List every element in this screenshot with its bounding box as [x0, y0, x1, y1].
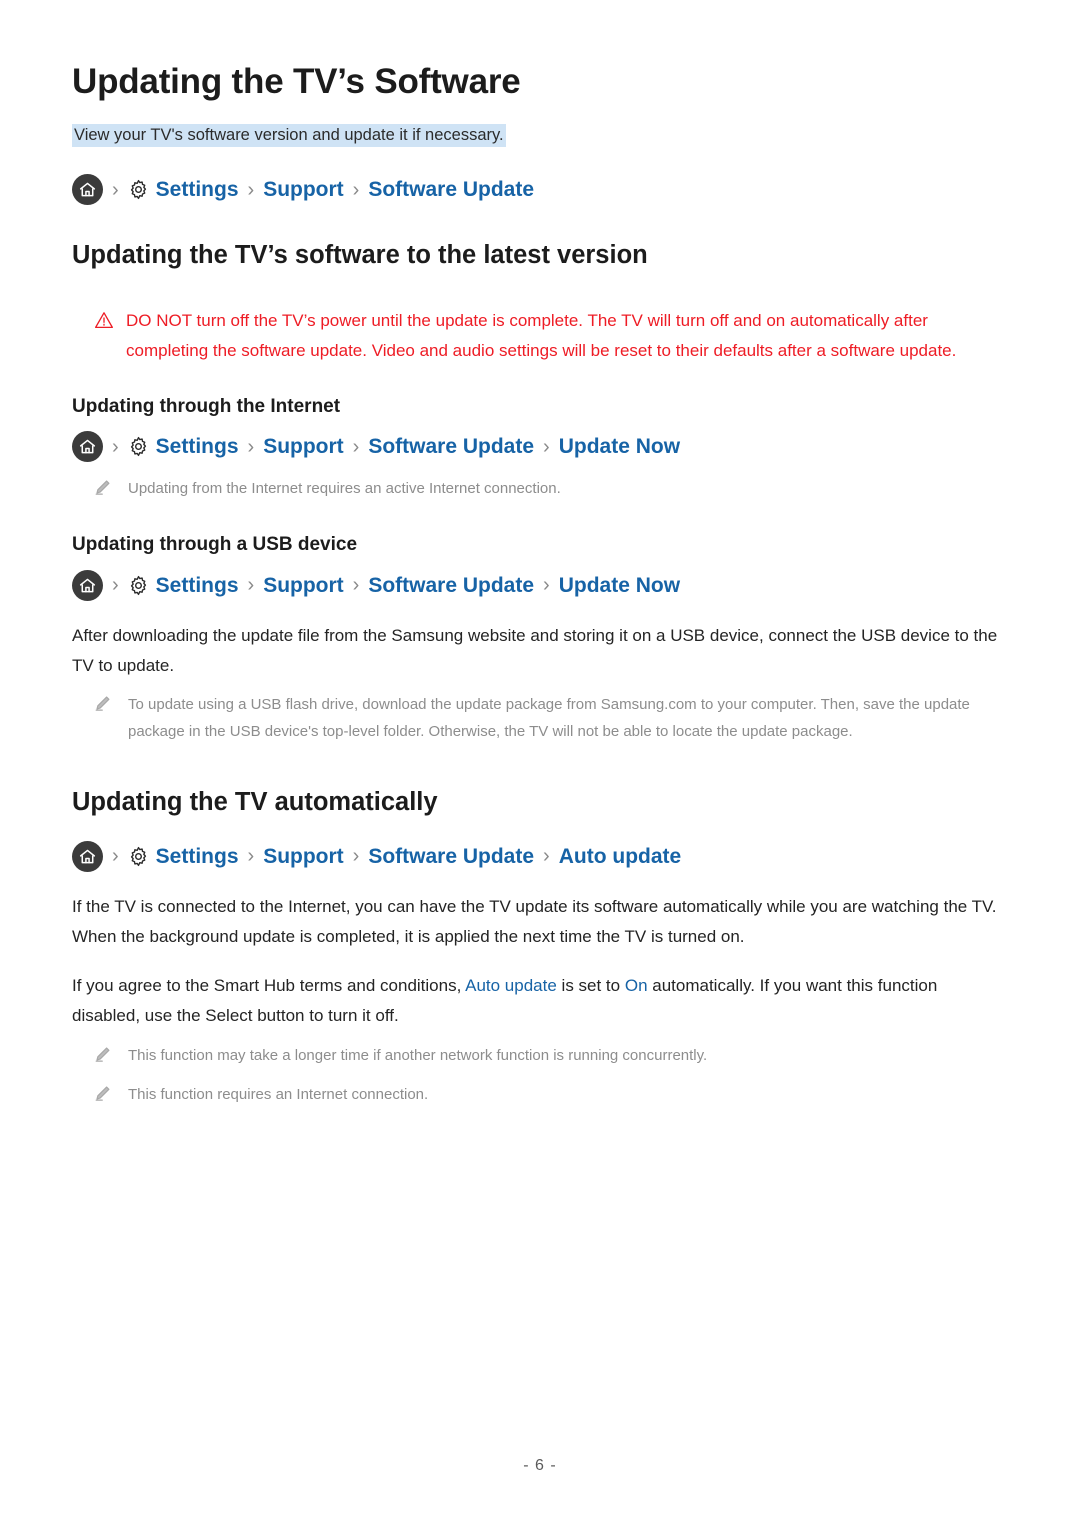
paragraph-auto-update-terms: If you agree to the Smart Hub terms and …	[72, 971, 1008, 1031]
note-text: Updating from the Internet requires an a…	[128, 480, 561, 498]
breadcrumb-item-settings[interactable]: Settings	[156, 844, 239, 869]
breadcrumb-item-settings[interactable]: Settings	[156, 573, 239, 598]
note-text: This function may take a longer time if …	[128, 1046, 708, 1064]
home-icon[interactable]	[72, 174, 103, 206]
breadcrumb-separator-icon: ›	[112, 574, 119, 597]
pencil-icon	[94, 1085, 114, 1102]
note-requires-internet: This function requires an Internet conne…	[72, 1082, 1008, 1109]
breadcrumb-separator-icon: ›	[543, 574, 550, 597]
inline-link-on[interactable]: On	[625, 976, 648, 995]
home-icon[interactable]	[72, 840, 103, 872]
page-footer: - 6 -	[0, 1457, 1080, 1475]
paragraph-text-segment: is set to	[556, 976, 625, 996]
pencil-icon	[94, 479, 114, 496]
inline-link-auto-update[interactable]: Auto update	[465, 976, 557, 995]
breadcrumb-item-update-now[interactable]: Update Now	[559, 434, 680, 459]
gear-icon	[128, 575, 149, 596]
warning-callout: DO NOT turn off the TV’s power until the…	[72, 306, 1008, 364]
breadcrumb-item-support[interactable]: Support	[263, 573, 343, 598]
breadcrumb-item-support[interactable]: Support	[263, 177, 343, 202]
warning-triangle-icon	[94, 311, 116, 329]
breadcrumb-auto-update: › Settings › Support › Software Update ›…	[72, 840, 1008, 872]
breadcrumb-separator-icon: ›	[247, 178, 255, 201]
home-icon[interactable]	[72, 431, 103, 463]
section-heading-internet: Updating through the Internet	[72, 395, 341, 417]
breadcrumb-item-update-now[interactable]: Update Now	[559, 573, 680, 598]
note-network-concurrency: This function may take a longer time if …	[72, 1043, 1008, 1070]
breadcrumb-separator-icon: ›	[112, 435, 119, 458]
section-heading-latest-version: Updating the TV’s software to the latest…	[72, 241, 648, 270]
breadcrumb-separator-icon: ›	[247, 574, 255, 597]
breadcrumb-item-settings[interactable]: Settings	[156, 177, 239, 202]
gear-icon	[128, 179, 149, 200]
breadcrumb-separator-icon: ›	[112, 178, 119, 201]
intro-highlight-text: View your TV's software version and upda…	[72, 123, 506, 147]
note-text: To update using a USB flash drive, downl…	[128, 696, 970, 740]
pencil-icon	[94, 695, 114, 712]
paragraph-usb-instructions: After downloading the update file from t…	[72, 625, 998, 675]
breadcrumb-separator-icon: ›	[352, 574, 360, 597]
paragraph-auto-update-info: If the TV is connected to the Internet, …	[72, 896, 997, 946]
breadcrumb-separator-icon: ›	[352, 178, 360, 201]
breadcrumb-internet: › Settings › Support › Software Update ›…	[72, 431, 1008, 463]
breadcrumb-separator-icon: ›	[247, 845, 255, 868]
breadcrumb-item-software-update[interactable]: Software Update	[368, 844, 534, 869]
breadcrumb-item-software-update[interactable]: Software Update	[368, 573, 534, 598]
breadcrumb-separator-icon: ›	[112, 845, 119, 868]
note-usb-package: To update using a USB flash drive, downl…	[72, 692, 1008, 745]
breadcrumb-separator-icon: ›	[352, 845, 360, 868]
breadcrumb-separator-icon: ›	[247, 435, 255, 458]
breadcrumb-item-auto-update[interactable]: Auto update	[559, 844, 681, 869]
breadcrumb-separator-icon: ›	[543, 845, 550, 868]
breadcrumb-separator-icon: ›	[352, 435, 360, 458]
gear-icon	[128, 436, 149, 457]
home-icon[interactable]	[72, 569, 103, 601]
paragraph-text-segment: If you agree to the Smart Hub terms and …	[72, 976, 466, 996]
note-text: This function requires an Internet conne…	[128, 1085, 429, 1103]
note-internet-connection: Updating from the Internet requires an a…	[72, 476, 1008, 503]
breadcrumb-separator-icon: ›	[543, 435, 550, 458]
page-number: - 6 -	[523, 1457, 557, 1474]
breadcrumb-usb: › Settings › Support › Software Update ›…	[72, 569, 1008, 601]
document-page: Updating the TV’s Software View your TV'…	[0, 0, 1080, 1527]
section-heading-auto-update: Updating the TV automatically	[72, 787, 438, 816]
breadcrumb-item-software-update[interactable]: Software Update	[368, 434, 534, 459]
breadcrumb-item-support[interactable]: Support	[263, 844, 343, 869]
section-heading-usb: Updating through a USB device	[72, 534, 358, 556]
intro-highlight-row: View your TV's software version and upda…	[72, 122, 1008, 148]
breadcrumb-item-support[interactable]: Support	[263, 434, 343, 459]
breadcrumb-main: › Settings › Support › Software Update	[72, 174, 1008, 206]
page-title: Updating the TV’s Software	[72, 62, 521, 101]
breadcrumb-item-software-update[interactable]: Software Update	[368, 177, 534, 202]
warning-text: DO NOT turn off the TV’s power until the…	[126, 311, 957, 360]
pencil-icon	[94, 1046, 114, 1063]
breadcrumb-item-settings[interactable]: Settings	[156, 434, 239, 459]
gear-icon	[128, 846, 149, 867]
